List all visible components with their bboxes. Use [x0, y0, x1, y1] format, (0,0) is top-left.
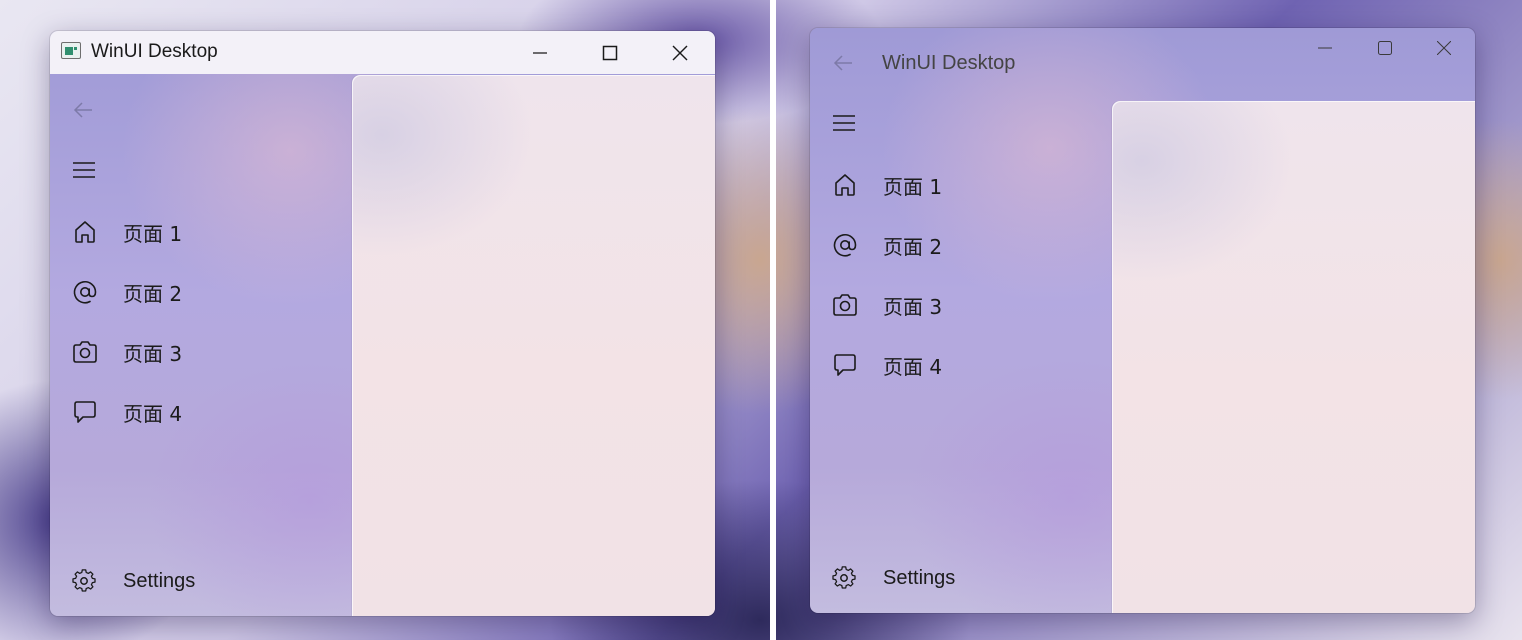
nav-item-settings[interactable]: Settings	[70, 559, 340, 603]
app-icon	[61, 42, 81, 59]
gear-icon	[70, 566, 106, 596]
maximize-icon	[1378, 41, 1392, 55]
nav-item-label: 页面 4	[123, 401, 183, 426]
nav-item-page-4[interactable]: 页面 4	[830, 343, 1100, 387]
nav-item-label: 页面 1	[883, 174, 943, 199]
nav-item-page-3[interactable]: 页面 3	[70, 330, 340, 374]
hamburger-menu-button[interactable]	[830, 108, 866, 138]
hamburger-menu-button[interactable]	[70, 155, 106, 185]
nav-item-page-3[interactable]: 页面 3	[830, 283, 1100, 327]
maximize-icon	[602, 45, 618, 60]
home-icon	[70, 217, 106, 247]
maximize-button[interactable]	[577, 31, 643, 74]
maximize-button[interactable]	[1352, 28, 1418, 68]
chat-bubble-icon	[830, 350, 866, 380]
close-button[interactable]	[647, 31, 713, 74]
back-button[interactable]	[830, 48, 866, 78]
close-button[interactable]	[1412, 28, 1475, 68]
title-bar[interactable]: WinUI Desktop	[50, 31, 715, 74]
at-sign-icon	[830, 230, 866, 260]
nav-item-page-1[interactable]: 页面 1	[830, 163, 1100, 207]
minimize-button[interactable]	[1292, 28, 1358, 68]
camera-icon	[70, 337, 106, 367]
hamburger-icon	[833, 115, 855, 131]
window-title: WinUI Desktop	[882, 52, 1016, 74]
back-arrow-icon	[73, 102, 92, 118]
minimize-icon	[533, 51, 547, 54]
nav-item-label: Settings	[123, 569, 196, 592]
at-sign-icon	[70, 277, 106, 307]
chat-bubble-icon	[70, 397, 106, 427]
nav-item-settings[interactable]: Settings	[830, 556, 1100, 600]
nav-item-label: 页面 3	[883, 294, 943, 319]
window-standard-titlebar: WinUI Desktop 页面 1 页面 2 页面 3 页面 4 Settin…	[50, 31, 715, 616]
nav-item-page-4[interactable]: 页面 4	[70, 390, 340, 434]
back-button[interactable]	[70, 95, 106, 125]
desktop-background: WinUI Desktop 页面 1 页面 2 页面 3 页面 4 Settin…	[0, 0, 1522, 640]
window-extended-titlebar: WinUI Desktop 页面 1 页面 2 页面 3 页面 4 Settin…	[810, 28, 1475, 613]
nav-item-page-1[interactable]: 页面 1	[70, 210, 340, 254]
close-icon	[1436, 41, 1451, 55]
nav-item-label: Settings	[883, 566, 956, 589]
content-frame	[352, 75, 715, 616]
minimize-button[interactable]	[507, 31, 573, 74]
nav-item-page-2[interactable]: 页面 2	[830, 223, 1100, 267]
nav-item-page-2[interactable]: 页面 2	[70, 270, 340, 314]
window-title: WinUI Desktop	[91, 41, 218, 62]
nav-item-label: 页面 1	[123, 221, 183, 246]
nav-item-label: 页面 4	[883, 354, 943, 379]
gear-icon	[830, 563, 866, 593]
close-icon	[672, 45, 688, 60]
nav-item-label: 页面 2	[123, 281, 183, 306]
nav-item-label: 页面 3	[123, 341, 183, 366]
nav-item-label: 页面 2	[883, 234, 943, 259]
back-arrow-icon	[833, 55, 852, 71]
home-icon	[830, 170, 866, 200]
content-frame	[1112, 101, 1475, 613]
minimize-icon	[1318, 47, 1332, 49]
hamburger-icon	[73, 162, 95, 178]
camera-icon	[830, 290, 866, 320]
screenshot-divider	[770, 0, 776, 640]
